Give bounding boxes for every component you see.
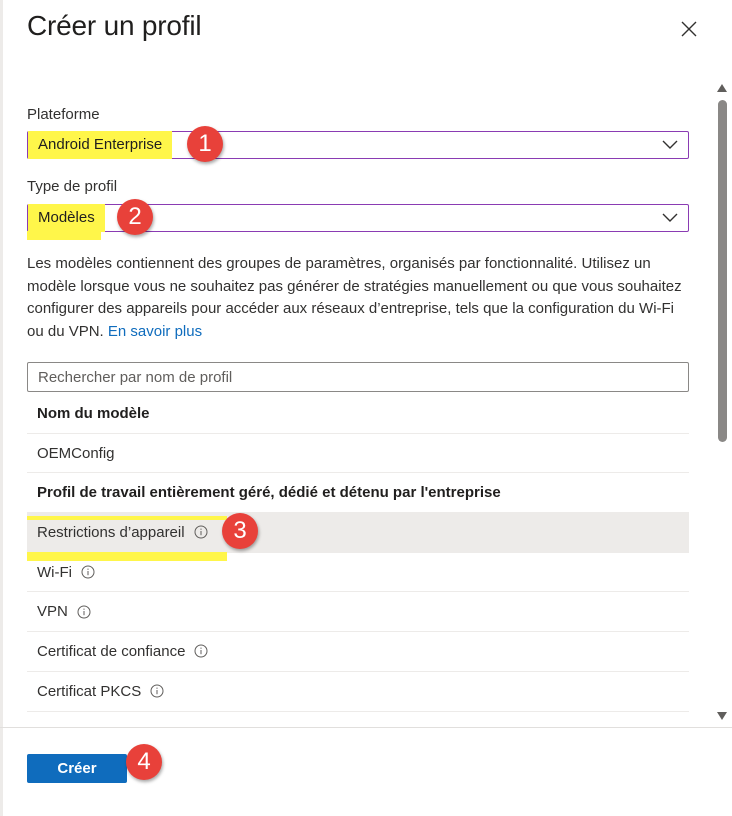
scrollbar-thumb[interactable]	[718, 100, 727, 442]
info-icon[interactable]	[150, 684, 164, 698]
highlight-mark	[27, 516, 227, 520]
table-row-oemconfig[interactable]: OEMConfig	[27, 434, 689, 474]
chevron-down-icon	[662, 213, 678, 222]
search-profile-input[interactable]	[27, 362, 689, 392]
row-label: Restrictions d’appareil	[37, 523, 185, 541]
group-label: Profil de travail entièrement géré, dédi…	[37, 484, 501, 502]
table-row-vpn[interactable]: VPN	[27, 592, 689, 633]
triangle-down-icon	[717, 712, 727, 720]
left-panel-edge	[0, 0, 3, 816]
profile-description: Les modèles contiennent des groupes de p…	[27, 253, 693, 343]
panel-title: Créer un profil	[27, 10, 202, 41]
profile-type-label: Type de profil	[27, 178, 118, 195]
row-label: Wi-Fi	[37, 563, 72, 581]
column-header-template-name: Nom du modèle	[37, 404, 150, 422]
highlight-mark	[27, 552, 227, 561]
table-header: Nom du modèle	[27, 394, 689, 434]
highlight-mark	[27, 231, 101, 240]
info-icon[interactable]	[194, 644, 208, 658]
scroll-down-button[interactable]	[716, 710, 728, 722]
table-row-trusted-certificate[interactable]: Certificat de confiance	[27, 632, 689, 672]
info-icon[interactable]	[81, 565, 95, 579]
learn-more-link[interactable]: En savoir plus	[108, 323, 202, 340]
step-badge-4: 4	[126, 744, 162, 780]
footer-divider	[0, 727, 732, 728]
scroll-up-button[interactable]	[716, 82, 728, 94]
triangle-up-icon	[717, 84, 727, 92]
platform-dropdown[interactable]: Android Enterprise	[27, 131, 689, 159]
info-icon[interactable]	[194, 525, 208, 539]
row-label: Certificat PKCS	[37, 682, 142, 700]
chevron-down-icon	[662, 140, 678, 149]
row-label: VPN	[37, 603, 68, 621]
create-button[interactable]: Créer	[27, 754, 127, 783]
close-button[interactable]	[676, 16, 702, 42]
info-icon[interactable]	[77, 605, 91, 619]
step-badge-3: 3	[222, 513, 258, 549]
table-group-header: Profil de travail entièrement géré, dédi…	[27, 473, 689, 514]
close-icon	[681, 21, 697, 37]
row-label: OEMConfig	[37, 444, 115, 462]
row-label: Certificat de confiance	[37, 642, 186, 660]
table-row-pkcs-certificate[interactable]: Certificat PKCS	[27, 672, 689, 712]
step-badge-1: 1	[187, 126, 223, 162]
step-badge-2: 2	[117, 199, 153, 235]
profile-type-selected-value: Modèles	[28, 204, 105, 232]
platform-label: Plateforme	[27, 106, 100, 123]
platform-selected-value: Android Enterprise	[28, 131, 173, 159]
